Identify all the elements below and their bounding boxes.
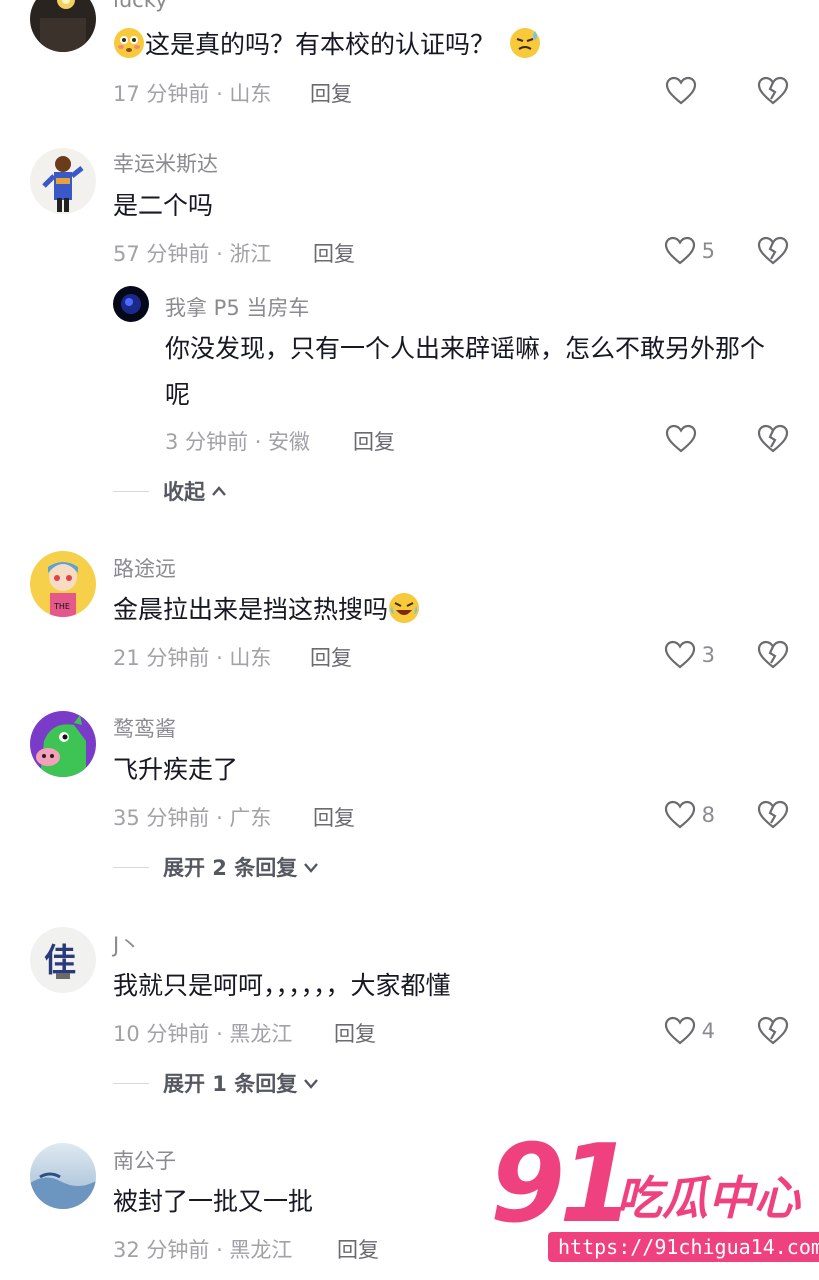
- dislike-button[interactable]: [757, 800, 789, 834]
- comment-text: 金晨拉出来是挡这热搜吗: [113, 587, 420, 633]
- dislike-button[interactable]: [757, 236, 789, 270]
- heart-outline-icon: [665, 424, 697, 453]
- comment-meta: 17 分钟前 · 山东: [113, 82, 272, 106]
- collapse-replies-button[interactable]: 收起: [113, 476, 227, 506]
- broken-heart-icon: [757, 236, 789, 265]
- reply-button[interactable]: 回复: [313, 802, 355, 832]
- toggle-label: 展开 2 条回复: [163, 856, 298, 880]
- reply-text: 你没发现，只有一个人出来辟谣嘛，怎么不敢另外那个呢: [165, 334, 766, 409]
- watermark-number: 91: [490, 1122, 634, 1247]
- dislike-button[interactable]: [757, 640, 789, 674]
- like-button[interactable]: 4: [664, 1016, 715, 1046]
- like-button[interactable]: [665, 76, 715, 106]
- comment-meta: 10 分钟前 · 黑龙江: [113, 1022, 293, 1046]
- svg-text:THE: THE: [53, 602, 70, 611]
- comment-meta: 57 分钟前 · 浙江: [113, 242, 272, 266]
- heart-outline-icon: [664, 1016, 695, 1045]
- username[interactable]: 鹜鸾酱: [113, 713, 176, 743]
- divider: [113, 1082, 149, 1084]
- reply-meta: 3 分钟前 · 安徽: [165, 430, 311, 454]
- expand-replies-button[interactable]: 展开 2 条回复: [113, 852, 319, 882]
- broken-heart-icon: [757, 640, 789, 669]
- broken-heart-icon: [757, 1016, 789, 1045]
- like-count: 8: [701, 803, 715, 827]
- comment-text-content: 这是真的吗？有本校的认证吗？: [145, 30, 496, 59]
- username[interactable]: 南公子: [113, 1145, 176, 1175]
- comment-text: 被封了一批又一批: [113, 1187, 314, 1216]
- divider: [113, 490, 149, 492]
- rofl-emoji-icon: [388, 592, 420, 624]
- reply-button[interactable]: 回复: [310, 642, 352, 672]
- reply-button[interactable]: 回复: [337, 1234, 379, 1264]
- like-button[interactable]: 8: [664, 800, 715, 830]
- like-count: 3: [701, 643, 715, 667]
- watermark-logo: 91 吃瓜中心 https://91chigua14.com: [486, 1122, 819, 1275]
- chevron-down-icon: [304, 863, 319, 873]
- broken-heart-icon: [757, 800, 789, 829]
- avatar[interactable]: 佳: [30, 927, 96, 993]
- like-button[interactable]: [665, 424, 715, 454]
- username[interactable]: 路途远: [113, 553, 176, 583]
- heart-outline-icon: [664, 800, 695, 829]
- reply-button[interactable]: 回复: [310, 78, 352, 108]
- toggle-label: 展开 1 条回复: [163, 1072, 298, 1096]
- broken-heart-icon: [757, 424, 789, 453]
- comment-meta: 35 分钟前 · 广东: [113, 806, 272, 830]
- avatar[interactable]: [30, 711, 96, 777]
- avatar[interactable]: THE: [30, 551, 96, 617]
- avatar[interactable]: [30, 1143, 96, 1209]
- divider: [113, 866, 149, 868]
- comment-meta: 21 分钟前 · 山东: [113, 646, 272, 670]
- reply-username[interactable]: 我拿 P5 当房车: [165, 292, 309, 322]
- sweating-face-emoji-icon: [509, 27, 541, 59]
- like-button[interactable]: 5: [664, 236, 715, 266]
- chevron-up-icon: [212, 486, 226, 496]
- comment-text: 飞升疾走了: [113, 755, 239, 784]
- flushed-face-emoji-icon: [113, 27, 145, 59]
- expand-replies-button[interactable]: 展开 1 条回复: [113, 1068, 319, 1098]
- chevron-down-icon: [304, 1079, 319, 1089]
- comment-text-content: 金晨拉出来是挡这热搜吗: [113, 595, 389, 624]
- username[interactable]: J丶: [113, 929, 140, 959]
- heart-outline-icon: [664, 236, 695, 265]
- broken-heart-icon: [757, 76, 789, 105]
- watermark-url: https://91chigua14.com: [548, 1232, 819, 1262]
- avatar[interactable]: [30, 148, 96, 214]
- username[interactable]: lucky: [113, 0, 168, 12]
- reply-button[interactable]: 回复: [353, 426, 395, 456]
- watermark-name: 吃瓜中心: [616, 1171, 800, 1225]
- heart-outline-icon: [665, 76, 697, 105]
- heart-outline-icon: [664, 640, 695, 669]
- like-count: 5: [701, 239, 715, 263]
- like-count: 4: [701, 1019, 715, 1043]
- comment-text: 这是真的吗？有本校的认证吗？: [113, 22, 541, 68]
- reply-button[interactable]: 回复: [334, 1018, 376, 1048]
- reply-avatar[interactable]: [113, 286, 149, 322]
- toggle-label: 收起: [163, 480, 205, 504]
- comment-text: 我就只是呵呵，，，，，，大家都懂: [113, 971, 451, 1000]
- avatar[interactable]: [30, 0, 96, 52]
- comment-text: 是二个吗: [113, 191, 214, 220]
- reply-button[interactable]: 回复: [313, 238, 355, 268]
- comment-meta: 32 分钟前 · 黑龙江: [113, 1238, 293, 1262]
- dislike-button[interactable]: [757, 1016, 789, 1050]
- username[interactable]: 幸运米斯达: [113, 148, 218, 178]
- dislike-button[interactable]: [757, 424, 789, 458]
- like-button[interactable]: 3: [664, 640, 715, 670]
- dislike-button[interactable]: [757, 76, 789, 110]
